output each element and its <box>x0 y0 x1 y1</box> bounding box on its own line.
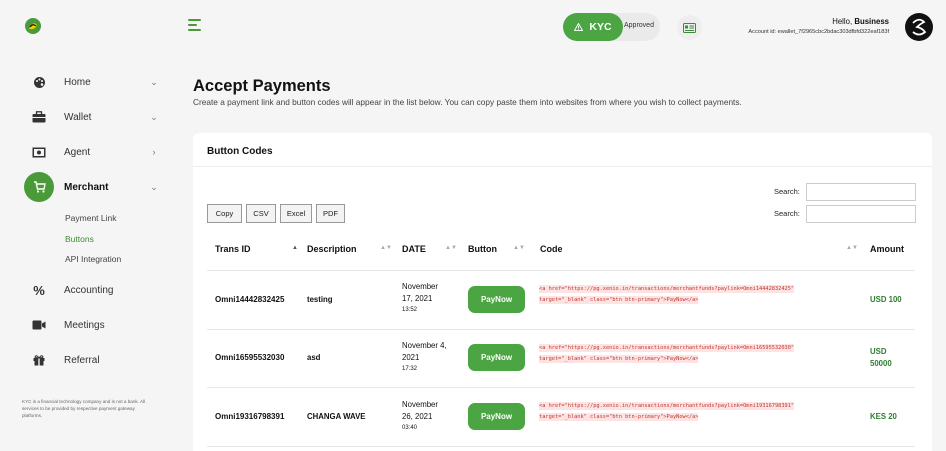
row-divider <box>207 329 915 330</box>
chevron-down-icon: ⌄ <box>150 76 158 87</box>
sort-icon[interactable]: ▲▼ <box>846 245 858 251</box>
account-id: Account id: ewallet_7f2965cbc2bdac303dfb… <box>748 29 889 35</box>
page-title: Accept Payments <box>193 77 331 95</box>
video-icon <box>24 310 54 340</box>
sort-icon[interactable]: ▲▼ <box>445 245 457 251</box>
paynow-button[interactable]: PayNow <box>468 344 525 371</box>
column-header-amount[interactable]: Amount <box>870 244 904 254</box>
logo-icon[interactable] <box>24 17 42 35</box>
cart-icon <box>24 172 54 202</box>
sort-icon[interactable]: ▲▼ <box>513 245 525 251</box>
sidebar: Home ⌄ Wallet ⌄ Agent › Merchant ⌄ Payme… <box>0 0 170 451</box>
sidebar-subitem-payment-link[interactable]: Payment Link <box>65 213 117 223</box>
date-cell: November 26, 2021 03:40 <box>402 400 438 431</box>
pdf-button[interactable]: PDF <box>316 204 345 223</box>
sort-icon[interactable]: ▲▼ <box>380 245 392 251</box>
description: asd <box>307 353 321 362</box>
trans-id: Omni14442832425 <box>215 295 285 304</box>
paynow-button[interactable]: PayNow <box>468 286 525 313</box>
column-header-button[interactable]: Button <box>468 244 497 254</box>
sidebar-item-accounting[interactable]: % Accounting <box>24 275 160 305</box>
search-input[interactable] <box>806 183 916 201</box>
amount: USD 50000 <box>870 347 892 368</box>
sidebar-item-wallet[interactable]: Wallet ⌄ <box>24 102 160 132</box>
row-divider <box>207 387 915 388</box>
description: testing <box>307 295 333 304</box>
column-header-trans-id[interactable]: Trans ID <box>215 244 251 254</box>
trans-id: Omni16595532030 <box>215 353 285 362</box>
kyc-status: Approved <box>624 22 654 29</box>
sidebar-subitem-buttons[interactable]: Buttons <box>65 234 94 244</box>
id-card-icon[interactable] <box>677 15 702 40</box>
briefcase-icon <box>24 102 54 132</box>
sidebar-item-label: Wallet <box>64 111 92 123</box>
row-divider <box>207 270 915 271</box>
search-input[interactable] <box>806 205 916 223</box>
code-snippet[interactable]: <a href="https://pg.xenio.in/transaction… <box>539 401 855 423</box>
warning-icon <box>574 23 584 31</box>
avatar[interactable] <box>905 13 933 41</box>
amount: USD 100 <box>870 295 902 304</box>
sidebar-subitem-api-integration[interactable]: API Integration <box>65 254 121 264</box>
csv-button[interactable]: CSV <box>246 204 276 223</box>
date-cell: November 4, 2021 17:32 <box>402 341 447 372</box>
chevron-right-icon: › <box>152 147 156 157</box>
column-header-date[interactable]: DATE <box>402 244 426 254</box>
trans-id: Omni19316798391 <box>215 412 285 421</box>
sidebar-item-referral[interactable]: Referral <box>24 345 160 375</box>
sidebar-item-home[interactable]: Home ⌄ <box>24 67 160 97</box>
kyc-pill: KYC Approved <box>563 13 660 41</box>
sidebar-item-label: Home <box>64 76 91 88</box>
page-subtitle: Create a payment link and button codes w… <box>193 97 742 107</box>
sidebar-item-label: Agent <box>64 146 91 158</box>
sidebar-item-label: Meetings <box>64 319 105 331</box>
code-snippet[interactable]: <a href="https://pg.xenio.in/transaction… <box>539 284 855 306</box>
kyc-button[interactable]: KYC <box>563 13 623 41</box>
sidebar-item-label: Referral <box>64 354 100 366</box>
greeting: Hello, Business <box>832 17 889 26</box>
copy-button[interactable]: Copy <box>207 204 242 223</box>
amount: KES 20 <box>870 412 897 421</box>
search-label: Search: <box>774 209 800 218</box>
disclaimer-text: KYC is a financial technology company an… <box>22 399 146 418</box>
search-label: Search: <box>774 187 800 196</box>
sidebar-item-label: Accounting <box>64 284 114 296</box>
date-cell: November 17, 2021 13:52 <box>402 282 438 313</box>
sort-asc-icon[interactable]: ▲ <box>292 245 298 251</box>
chevron-down-icon: ⌄ <box>150 111 158 122</box>
chevron-down-icon: ⌄ <box>150 181 158 192</box>
button-codes-card: Button Codes Search: Search: Copy CSV Ex… <box>193 133 932 451</box>
divider <box>193 166 932 167</box>
sidebar-item-agent[interactable]: Agent › <box>24 137 160 167</box>
sidebar-item-label: Merchant <box>64 181 109 193</box>
user-name: Business <box>854 17 889 26</box>
column-header-description[interactable]: Description <box>307 244 357 254</box>
gift-icon <box>24 345 54 375</box>
percent-icon: % <box>33 282 45 298</box>
column-header-code[interactable]: Code <box>540 244 563 254</box>
sidebar-item-meetings[interactable]: Meetings <box>24 310 160 340</box>
sidebar-item-merchant[interactable]: Merchant ⌄ <box>24 172 160 202</box>
palette-icon <box>24 67 54 97</box>
excel-button[interactable]: Excel <box>280 204 312 223</box>
row-divider <box>207 446 915 447</box>
paynow-button[interactable]: PayNow <box>468 403 525 430</box>
kyc-label: KYC <box>589 21 612 33</box>
code-snippet[interactable]: <a href="https://pg.xenio.in/transaction… <box>539 343 855 365</box>
card-title: Button Codes <box>207 146 273 157</box>
money-icon <box>24 137 54 167</box>
menu-toggle-icon[interactable] <box>188 19 201 31</box>
description: CHANGA WAVE <box>307 412 366 421</box>
